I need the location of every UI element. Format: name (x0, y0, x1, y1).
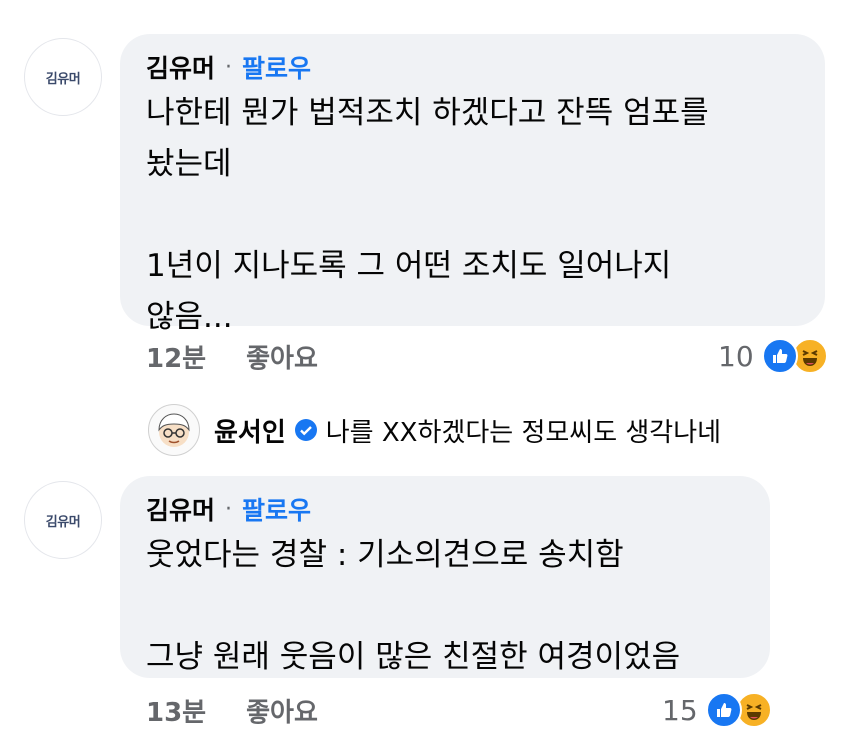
reaction-summary[interactable]: 15 (662, 692, 772, 728)
reaction-count: 10 (718, 339, 754, 373)
author-name[interactable]: 김유머 (146, 491, 215, 527)
like-button[interactable]: 좋아요 (246, 338, 318, 375)
comment-text: 나한테 뭔가 법적조치 하겠다고 잔뜩 엄포를 놨는데 1년이 지나도록 그 어… (146, 95, 709, 335)
like-icon (705, 692, 742, 728)
comment-actions: 12분 좋아요 (146, 338, 318, 375)
like-icon (761, 338, 798, 374)
comment-header: 김유머 · 팔로우 (146, 492, 744, 526)
author-name[interactable]: 김유머 (146, 49, 215, 85)
comment-time[interactable]: 13분 (146, 692, 206, 729)
comment-text: 웃었다는 경찰 : 기소의견으로 송치함 그냥 원래 웃음이 많은 친절한 여경… (146, 537, 681, 675)
separator-dot: · (225, 54, 233, 80)
reply-author[interactable]: 윤서인 (214, 412, 286, 449)
reply-text: 나를 XX하겠다는 정모씨도 생각나네 (325, 417, 722, 448)
separator-dot: · (225, 496, 233, 522)
avatar-text: 김유머 (45, 514, 81, 530)
avatar-text: 김유머 (45, 71, 81, 87)
comment-actions: 13분 좋아요 (146, 692, 318, 729)
comment-avatar[interactable]: 김유머 (24, 38, 102, 116)
comment-avatar[interactable]: 김유머 (24, 481, 102, 559)
reply-preview[interactable]: 윤서인 나를 XX하겠다는 정모씨도 생각나네 (148, 404, 721, 456)
like-button[interactable]: 좋아요 (246, 692, 318, 729)
comment-time[interactable]: 12분 (146, 338, 206, 375)
reply-avatar[interactable] (148, 404, 200, 456)
verified-badge-icon (294, 418, 318, 442)
comment-bubble: 김유머 · 팔로우 웃었다는 경찰 : 기소의견으로 송치함 그냥 원래 웃음이… (120, 476, 770, 678)
comment-bubble: 김유머 · 팔로우 나한테 뭔가 법적조치 하겠다고 잔뜩 엄포를 놨는데 1년… (120, 34, 825, 335)
follow-button[interactable]: 팔로우 (242, 49, 311, 85)
reaction-count: 15 (662, 693, 698, 727)
follow-button[interactable]: 팔로우 (242, 491, 311, 527)
reaction-summary[interactable]: 10 (718, 338, 828, 374)
comment-header: 김유머 · 팔로우 (146, 50, 799, 84)
